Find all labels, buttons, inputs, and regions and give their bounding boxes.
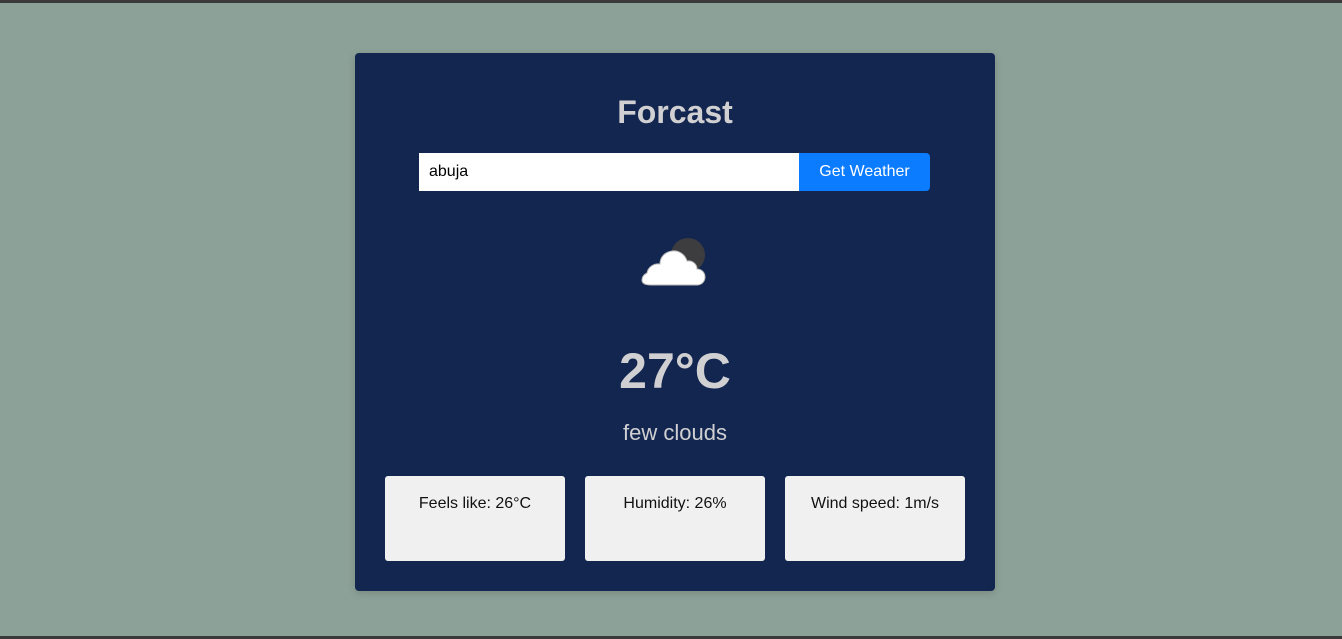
humidity-box: Humidity: 26% <box>585 476 765 561</box>
weather-description: few clouds <box>623 420 727 445</box>
weather-details: Feels like: 26°C Humidity: 26% Wind spee… <box>385 476 965 561</box>
temperature-value: 27°C <box>619 343 731 399</box>
wind-speed-box: Wind speed: 1m/s <box>785 476 965 561</box>
get-weather-button[interactable]: Get Weather <box>799 153 930 191</box>
weather-card: Forcast Get Weather 27°C few clouds Feel… <box>355 53 995 591</box>
search-form: Get Weather <box>419 153 930 191</box>
app-title: Forcast <box>617 94 733 130</box>
feels-like-box: Feels like: 26°C <box>385 476 565 561</box>
few-clouds-night-icon <box>641 238 706 286</box>
city-input[interactable] <box>419 153 799 191</box>
